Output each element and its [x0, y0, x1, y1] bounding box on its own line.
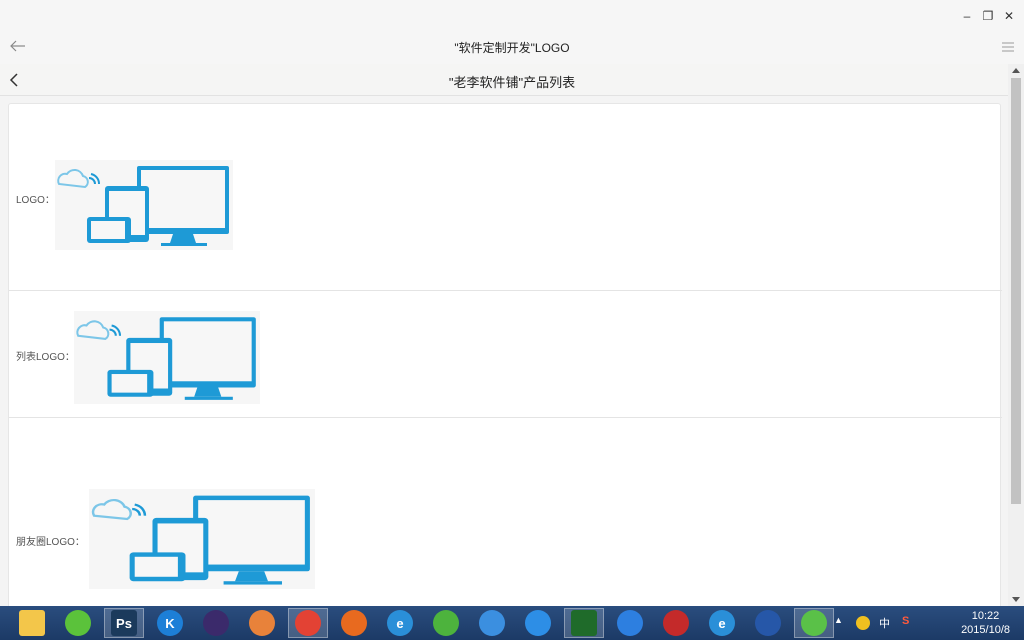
list-item: LOGO：	[9, 104, 1002, 290]
taskbar-item[interactable]	[288, 608, 328, 638]
remote-desktop-icon	[755, 610, 781, 636]
eclipse-icon	[203, 610, 229, 636]
list-item: 列表LOGO：	[9, 291, 1002, 417]
taskbar-item[interactable]	[58, 608, 98, 638]
pen-app-icon	[617, 610, 643, 636]
taskbar-item[interactable]	[610, 608, 650, 638]
page-title: "老李软件铺"产品列表	[448, 75, 576, 90]
close-button[interactable]: ✕	[999, 6, 1019, 26]
clock[interactable]: 10:22 2015/10/8	[961, 609, 1010, 637]
baidu-netdisk-icon	[525, 610, 551, 636]
taskbar-item[interactable]	[242, 608, 282, 638]
taskbar-item[interactable]: Ps	[104, 608, 144, 638]
devices-logo-icon	[91, 495, 310, 585]
row-label: 朋友圈LOGO：	[16, 537, 85, 548]
ime-indicator[interactable]: 中	[879, 615, 890, 631]
app-green-leaf-icon	[65, 610, 91, 636]
kugou-icon: K	[157, 610, 183, 636]
chrome-icon	[295, 610, 321, 636]
taskbar-item[interactable]: e	[702, 608, 742, 638]
logo-image	[55, 160, 233, 250]
app-header: "软件定制开发"LOGO	[0, 30, 1024, 64]
restore-button[interactable]: ❐	[978, 6, 998, 26]
vertical-scrollbar[interactable]	[1008, 64, 1024, 606]
sogou-icon[interactable]: S	[902, 615, 909, 627]
moments-logo-image	[89, 489, 315, 589]
row-label: 列表LOGO：	[16, 352, 75, 363]
taskbar-item[interactable]	[794, 608, 834, 638]
list-logo-image	[74, 311, 260, 404]
taskbar-item[interactable]	[196, 608, 236, 638]
taskbar-item[interactable]: K	[150, 608, 190, 638]
app-arrow-icon	[433, 610, 459, 636]
window-title: "软件定制开发"LOGO	[454, 41, 570, 55]
taskbar-item[interactable]	[426, 608, 466, 638]
ie-icon: e	[387, 610, 413, 636]
menu-icon[interactable]	[1002, 42, 1014, 52]
firefox-icon	[341, 610, 367, 636]
row-label: LOGO：	[16, 195, 55, 206]
taskbar-item[interactable]	[518, 608, 558, 638]
taskbar-item[interactable]	[564, 608, 604, 638]
taskbar-item[interactable]	[12, 608, 52, 638]
ie-icon-2: e	[709, 610, 735, 636]
content-area: LOGO： 列表LOGO： 朋友圈LOGO：	[0, 96, 1008, 606]
taskbar-item[interactable]	[334, 608, 374, 638]
list-item: 朋友圈LOGO：	[9, 418, 1002, 606]
cloud-drive-icon	[479, 610, 505, 636]
devices-logo-icon	[57, 166, 229, 246]
app-colorful-icon	[249, 610, 275, 636]
system-tray: ▲ 中 S 10:22 2015/10/8	[834, 606, 1024, 640]
window-titlebar: – ❐ ✕	[0, 0, 1024, 30]
taskbar-item[interactable]	[748, 608, 788, 638]
photoshop-icon: Ps	[111, 610, 137, 636]
nav-bar: "老李软件铺"产品列表	[0, 64, 1008, 96]
scroll-thumb[interactable]	[1011, 78, 1021, 504]
tray-app-icon[interactable]	[856, 616, 870, 630]
taskbar-item[interactable]	[656, 608, 696, 638]
tool-app-icon	[663, 610, 689, 636]
eye-app-icon	[571, 610, 597, 636]
taskbar-item[interactable]: e	[380, 608, 420, 638]
logo-list-card: LOGO： 列表LOGO： 朋友圈LOGO：	[8, 103, 1002, 606]
clock-date: 2015/10/8	[961, 624, 1010, 636]
wechat-icon	[801, 610, 827, 636]
devices-logo-icon	[76, 317, 256, 400]
file-explorer-icon	[19, 610, 45, 636]
scroll-up-arrow-icon[interactable]	[1012, 68, 1020, 73]
scroll-down-arrow-icon[interactable]	[1012, 597, 1020, 602]
tray-expand-icon[interactable]: ▲	[834, 615, 843, 625]
minimize-button[interactable]: –	[957, 6, 977, 26]
taskbar: Ps Ke e ▲ 中 S 10:22 2015/10/8	[0, 606, 1024, 640]
app-window: – ❐ ✕ "软件定制开发"LOGO "老李软件铺"产品列表 LOGO： 列表L…	[0, 0, 1024, 606]
clock-time: 10:22	[971, 610, 1000, 622]
taskbar-item[interactable]	[472, 608, 512, 638]
